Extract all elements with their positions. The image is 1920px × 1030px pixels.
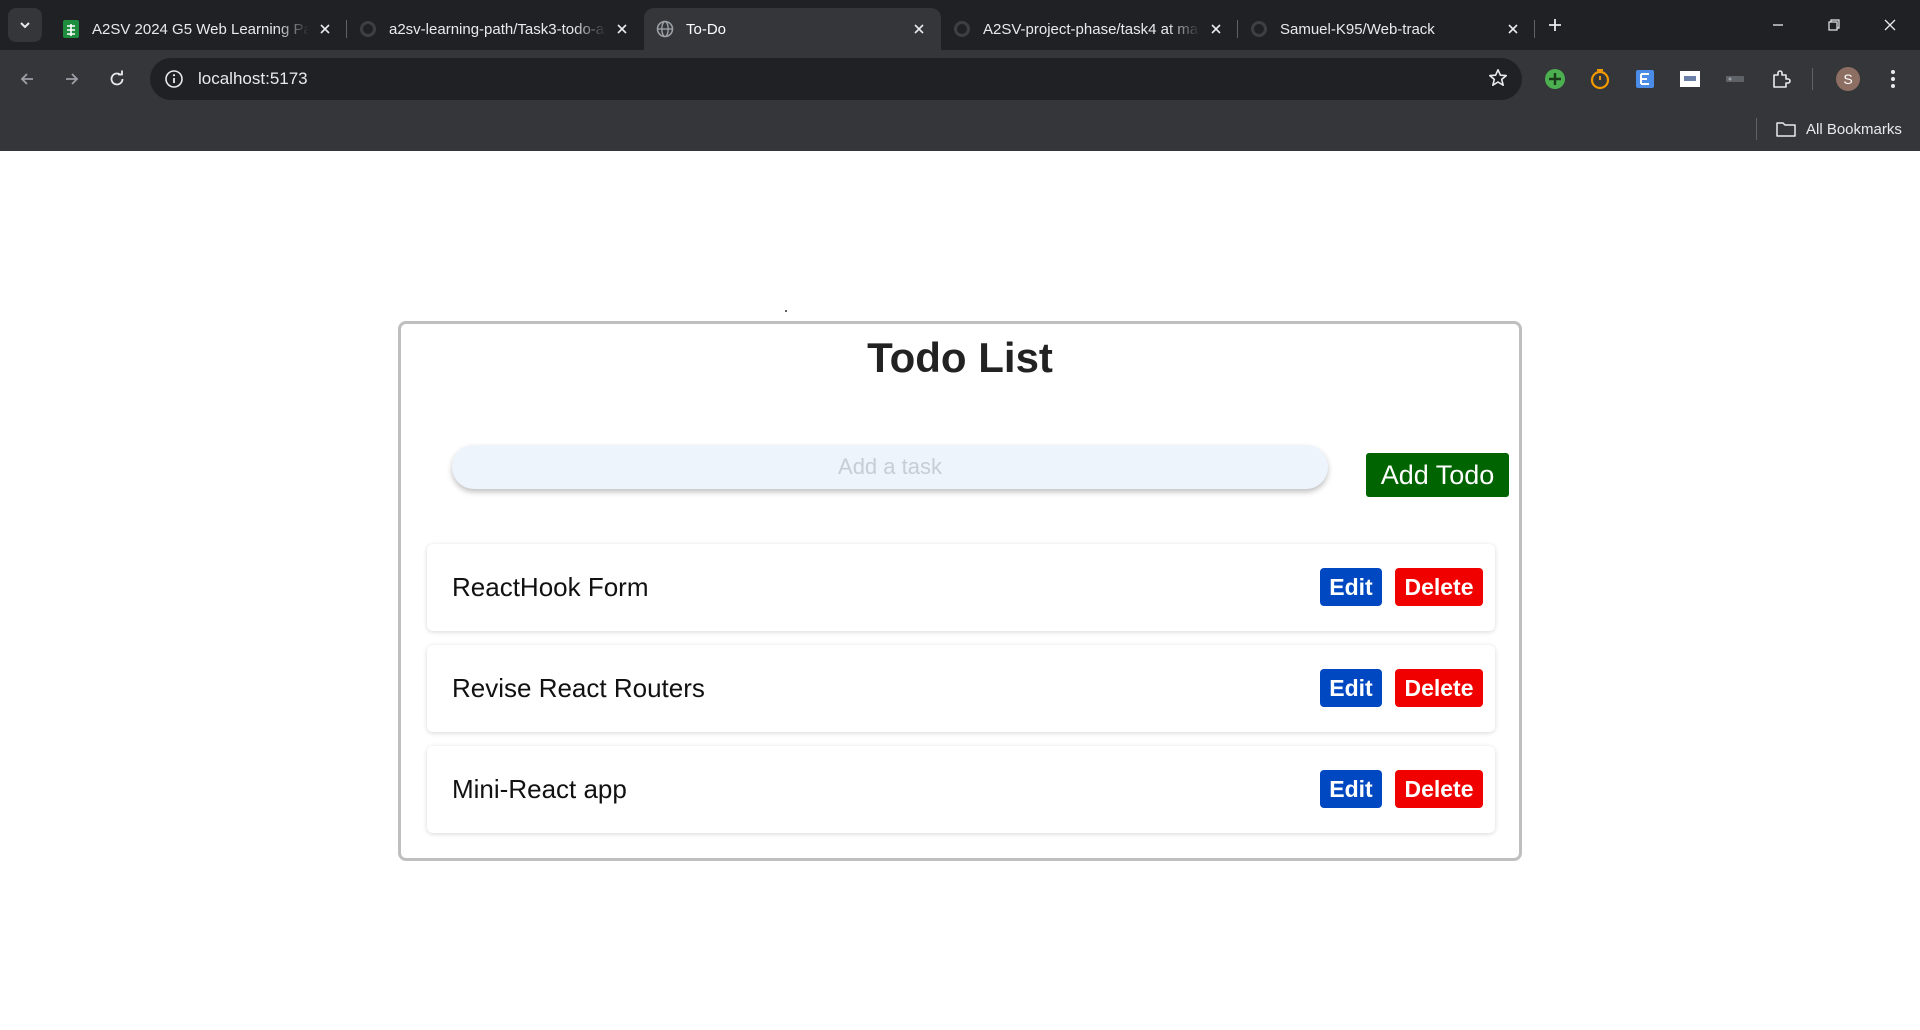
tabs: A2SV 2024 G5 Web Learning Path a2sv-lear… (50, 8, 1535, 50)
minimize-icon (1773, 24, 1783, 26)
todo-text: Revise React Routers (452, 673, 705, 703)
todo-item: Revise React Routers Edit Delete (427, 645, 1495, 732)
close-icon[interactable] (1206, 19, 1226, 39)
address-bar[interactable]: localhost:5173 (150, 58, 1522, 100)
plus-icon (1549, 19, 1561, 31)
tab-divider (1534, 20, 1535, 38)
site-info-icon[interactable] (164, 69, 184, 89)
profile-initial: S (1843, 71, 1852, 87)
close-icon[interactable] (315, 19, 335, 39)
tab-title: a2sv-learning-path/Task3-todo-app (389, 20, 606, 38)
new-tab-button[interactable] (1540, 10, 1570, 40)
puzzle-icon[interactable] (1766, 64, 1796, 94)
delete-button[interactable]: Delete (1395, 568, 1483, 606)
tab-title: A2SV 2024 G5 Web Learning Path (92, 20, 309, 38)
close-icon[interactable] (1503, 19, 1523, 39)
tab-to-do[interactable]: To-Do (644, 8, 941, 50)
edit-button[interactable]: Edit (1320, 770, 1382, 808)
todo-text: ReactHook Form (452, 572, 649, 602)
profile-avatar[interactable]: S (1833, 64, 1863, 94)
todo-list: ReactHook Form Edit Delete Revise React … (427, 544, 1495, 847)
delete-button[interactable]: Delete (1395, 669, 1483, 707)
todo-item: ReactHook Form Edit Delete (427, 544, 1495, 631)
tab-title: Samuel-K95/Web-track (1280, 20, 1435, 38)
timer-extension-icon[interactable] (1585, 64, 1615, 94)
bookmark-star-icon[interactable] (1488, 68, 1508, 93)
extension-plus-icon[interactable] (1540, 64, 1570, 94)
close-icon[interactable] (612, 19, 632, 39)
todo-card: Todo List Add Todo ReactHook Form Edit D… (398, 321, 1522, 861)
tab-title: To-Do (686, 20, 727, 38)
add-todo-button[interactable]: Add Todo (1366, 453, 1509, 497)
browser-toolbar: localhost:5173 S (0, 50, 1920, 108)
restore-icon (1828, 19, 1840, 31)
delete-button[interactable]: Delete (1395, 770, 1483, 808)
tab-a2sv-learning-path[interactable]: A2SV 2024 G5 Web Learning Path (50, 8, 347, 50)
gray-extension-icon[interactable] (1720, 64, 1750, 94)
todo-item: Mini-React app Edit Delete (427, 746, 1495, 833)
arrow-right-icon (66, 73, 79, 85)
white-extension-icon[interactable] (1675, 64, 1705, 94)
edit-button[interactable]: Edit (1320, 669, 1382, 707)
tab-project-phase-task4[interactable]: A2SV-project-phase/task4 at main (941, 8, 1238, 50)
tab-search-button[interactable] (8, 8, 42, 42)
github-icon (953, 20, 971, 38)
bookmarks-divider (1756, 118, 1757, 140)
bookmarks-bar: All Bookmarks (0, 108, 1920, 151)
close-icon (1884, 19, 1896, 31)
todo-text: Mini-React app (452, 774, 627, 804)
reload-icon (110, 70, 124, 86)
reload-button[interactable] (101, 63, 133, 95)
sheets-icon (62, 20, 80, 38)
globe-icon (656, 20, 674, 38)
tab-web-track[interactable]: Samuel-K95/Web-track (1238, 8, 1535, 50)
page-viewport: Todo List Add Todo ReactHook Form Edit D… (0, 151, 1920, 1030)
tab-title: A2SV-project-phase/task4 at main (983, 20, 1200, 38)
kebab-menu-icon (1891, 70, 1895, 88)
github-icon (1250, 20, 1268, 38)
forward-button[interactable] (56, 63, 88, 95)
edit-button[interactable]: Edit (1320, 568, 1382, 606)
task-input[interactable] (452, 445, 1328, 489)
github-icon (359, 20, 377, 38)
chevron-down-icon (20, 22, 30, 29)
all-bookmarks-label: All Bookmarks (1806, 120, 1902, 138)
page-title: Todo List (867, 334, 1053, 381)
toolbar-divider (1812, 68, 1813, 90)
folder-icon (1776, 122, 1796, 137)
minimize-button[interactable] (1750, 0, 1806, 50)
close-icon[interactable] (909, 19, 929, 39)
tab-strip: A2SV 2024 G5 Web Learning Path a2sv-lear… (0, 0, 1920, 50)
back-button[interactable] (11, 63, 43, 95)
arrow-left-icon (20, 73, 33, 85)
menu-button[interactable] (1878, 64, 1908, 94)
url-text: localhost:5173 (198, 69, 308, 88)
tab-task3-todo[interactable]: a2sv-learning-path/Task3-todo-app (347, 8, 644, 50)
all-bookmarks-button[interactable]: All Bookmarks (1776, 116, 1902, 142)
restore-button[interactable] (1806, 0, 1862, 50)
window-close-button[interactable] (1862, 0, 1918, 50)
stray-dot (785, 310, 787, 312)
blue-extension-icon[interactable] (1630, 64, 1660, 94)
